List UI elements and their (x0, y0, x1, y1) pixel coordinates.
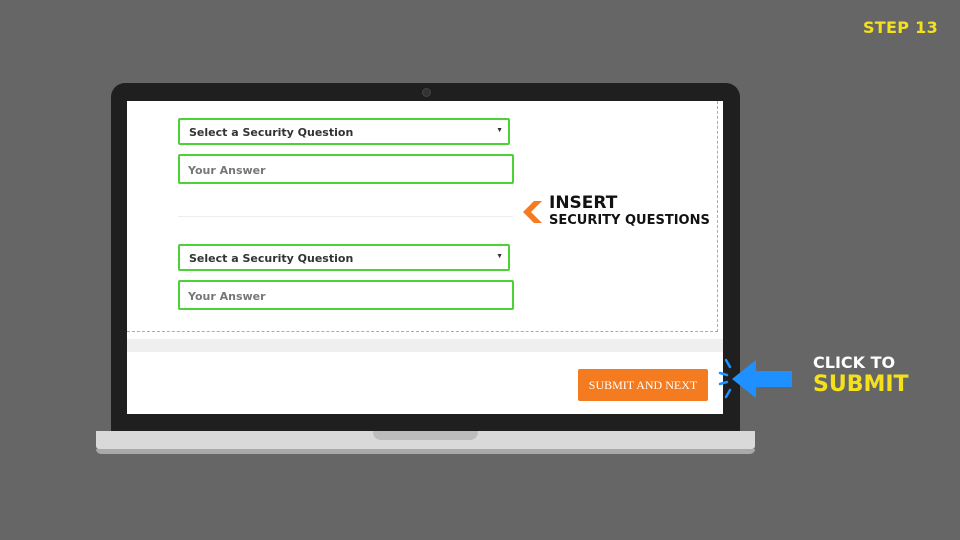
submit-and-next-button[interactable]: SUBMIT AND NEXT (578, 369, 708, 401)
laptop-base (96, 431, 755, 449)
footer-band (127, 339, 723, 352)
chevron-left-icon (523, 201, 542, 223)
laptop-screen: Select a Security Question ▼ Select a Se… (127, 101, 723, 414)
insert-subtitle: SECURITY QUESTIONS (549, 213, 710, 228)
divider (178, 216, 513, 217)
answer-field-2[interactable] (178, 280, 514, 310)
submit-text: SUBMIT (813, 372, 909, 397)
arrow-pointer-icon (718, 358, 792, 399)
answer-input-1[interactable] (186, 161, 500, 179)
hinge-notch (373, 431, 478, 440)
laptop-lid: Select a Security Question ▼ Select a Se… (111, 83, 740, 431)
dropdown-arrow-icon: ▼ (496, 127, 503, 134)
click-to-text: CLICK TO (813, 353, 896, 372)
laptop-base-bottom (96, 449, 755, 454)
insert-title: INSERT (549, 193, 618, 213)
select-value: Select a Security Question (189, 252, 354, 265)
dropdown-arrow-icon: ▼ (496, 253, 503, 260)
step-label: STEP 13 (862, 18, 938, 37)
answer-field-1[interactable] (178, 154, 514, 184)
security-question-select-1[interactable]: Select a Security Question ▼ (178, 118, 510, 145)
camera-icon (422, 88, 431, 97)
click-to-submit-callout: CLICK TO SUBMIT (813, 353, 909, 397)
answer-input-2[interactable] (186, 287, 500, 305)
select-value: Select a Security Question (189, 126, 354, 139)
security-question-select-2[interactable]: Select a Security Question ▼ (178, 244, 510, 271)
